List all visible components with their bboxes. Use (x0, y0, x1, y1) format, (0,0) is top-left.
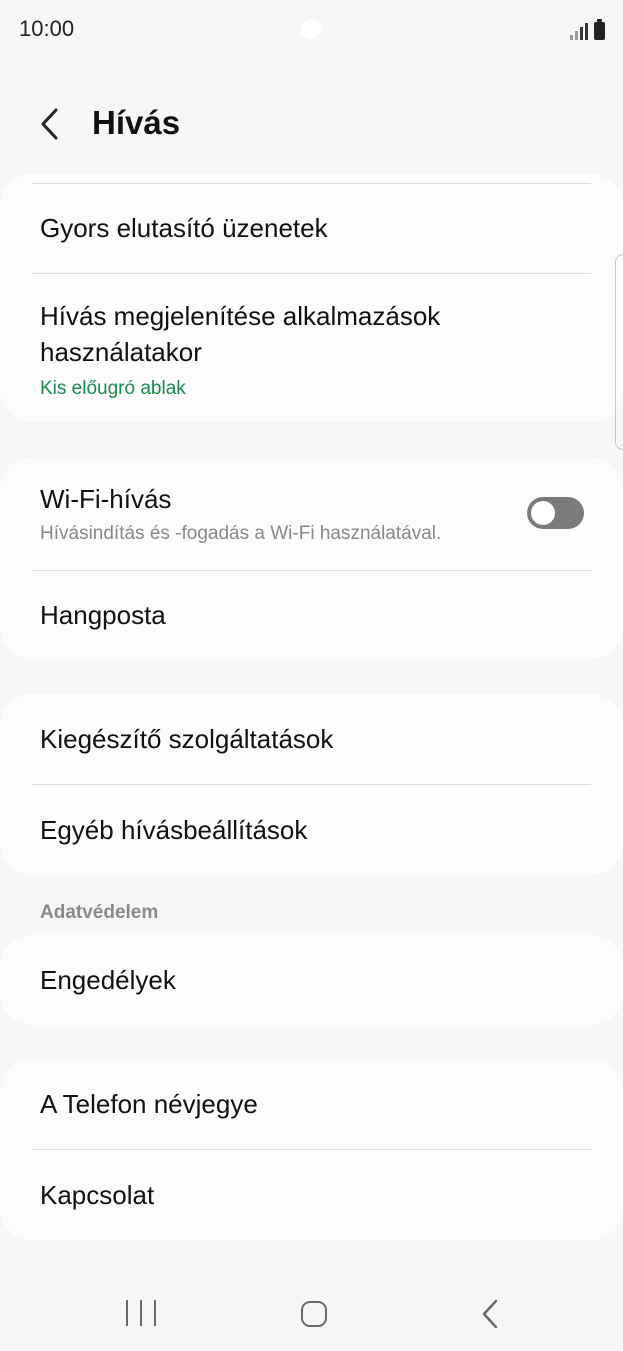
navigation-bar (0, 1280, 623, 1351)
wifi-calling-toggle[interactable] (527, 497, 584, 529)
call-display-label-line1: Hívás megjelenítése alkalmazások (40, 301, 441, 331)
call-display-label-line2: használatakor (40, 337, 202, 367)
scrollbar[interactable] (615, 254, 623, 450)
wifi-calling-description: Hívásindítás és -fogadás a Wi-Fi használ… (40, 523, 442, 544)
voicemail-item[interactable]: Hangposta (40, 597, 593, 633)
wifi-calling-item[interactable]: Wi-Fi-hívás Hívásindítás és -fogadás a W… (40, 481, 513, 547)
divider (32, 183, 591, 184)
app-header: Hívás (0, 90, 623, 160)
settings-card-call-display: Gyors elutasító üzenetek Hívás megjelení… (0, 174, 623, 422)
permissions-label: Engedélyek (40, 965, 176, 995)
other-call-settings-item[interactable]: Egyéb hívásbeállítások (40, 812, 593, 848)
status-time: 10:00 (19, 16, 75, 41)
status-icons (570, 18, 605, 40)
voicemail-label: Hangposta (40, 600, 166, 630)
contact-item[interactable]: Kapcsolat (40, 1177, 593, 1213)
home-icon[interactable] (301, 1301, 327, 1327)
recents-icon[interactable] (126, 1300, 156, 1326)
about-phone-label: A Telefon névjegye (40, 1089, 258, 1119)
quick-decline-messages-item[interactable]: Gyors elutasító üzenetek (40, 210, 593, 246)
settings-card-about: A Telefon névjegye Kapcsolat (0, 1059, 623, 1240)
other-call-settings-label: Egyéb hívásbeállítások (40, 815, 308, 845)
settings-card-wifi-voicemail: Wi-Fi-hívás Hívásindítás és -fogadás a W… (0, 457, 623, 659)
permissions-item[interactable]: Engedélyek (40, 962, 593, 998)
call-display-item[interactable]: Hívás megjelenítése alkalmazások használ… (40, 298, 593, 402)
call-display-value: Kis előugró ablak (40, 378, 186, 399)
section-header-privacy: Adatvédelem (40, 902, 159, 923)
contact-label: Kapcsolat (40, 1180, 155, 1210)
divider (32, 273, 591, 274)
divider (32, 784, 591, 785)
supplementary-services-label: Kiegészítő szolgáltatások (40, 724, 334, 754)
supplementary-services-item[interactable]: Kiegészítő szolgáltatások (40, 721, 593, 757)
settings-card-privacy: Engedélyek (0, 935, 623, 1025)
about-phone-item[interactable]: A Telefon névjegye (40, 1086, 593, 1122)
wifi-calling-label: Wi-Fi-hívás (40, 484, 172, 514)
battery-icon (594, 19, 605, 40)
back-arrow-icon (41, 108, 58, 140)
divider (32, 1149, 591, 1150)
toggle-knob (531, 501, 555, 525)
camera-cutout (301, 19, 321, 39)
signal-icon (570, 22, 588, 40)
back-icon[interactable] (478, 1298, 502, 1330)
status-bar: 10:00 (0, 0, 623, 58)
settings-card-services: Kiegészítő szolgáltatások Egyéb hívásbeá… (0, 694, 623, 875)
page-title: Hívás (92, 104, 181, 141)
divider (32, 570, 591, 571)
back-button[interactable] (32, 104, 72, 144)
quick-decline-messages-label: Gyors elutasító üzenetek (40, 213, 328, 243)
